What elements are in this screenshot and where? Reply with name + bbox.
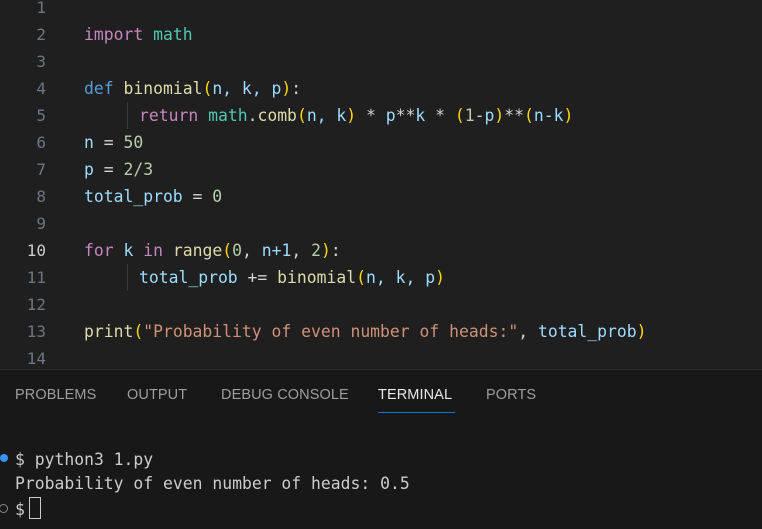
code-line[interactable]: 4 def binomial(n, k, p): <box>0 75 762 102</box>
tab-problems[interactable]: PROBLEMS <box>15 387 96 403</box>
line-number: 2 <box>36 25 46 44</box>
code-text: total_prob += binomial(n, k, p) <box>139 268 445 287</box>
code-editor[interactable]: 1 2 import math 3 4 def binomial(n, k, p… <box>0 0 762 369</box>
code-line[interactable]: 13 print("Probability of even number of … <box>0 318 762 345</box>
tab-terminal[interactable]: TERMINAL <box>378 387 452 403</box>
terminal-line: $ python3 1.py <box>15 450 154 469</box>
code-line[interactable]: 5 return math.comb(n, k) * p**k * (1-p)*… <box>0 102 762 129</box>
code-line[interactable]: 3 <box>0 48 762 75</box>
command-pending-icon[interactable] <box>0 504 8 513</box>
code-text: total_prob = 0 <box>84 187 223 206</box>
line-number: 6 <box>36 133 46 152</box>
line-number: 10 <box>26 241 46 260</box>
code-text: import math <box>84 25 193 44</box>
line-number: 7 <box>36 160 46 179</box>
code-text: for k in range(0, n+1, 2): <box>84 241 341 260</box>
code-line[interactable]: 9 <box>0 210 762 237</box>
indent-guide <box>127 264 128 291</box>
code-line[interactable]: 14 <box>0 345 762 369</box>
line-number: 11 <box>26 268 46 287</box>
code-text: print("Probability of even number of hea… <box>84 322 647 341</box>
code-line[interactable]: 11 total_prob += binomial(n, k, p) <box>0 264 762 291</box>
terminal-prompt[interactable]: $ <box>15 497 41 522</box>
line-number: 4 <box>36 79 46 98</box>
tab-ports[interactable]: PORTS <box>486 387 536 403</box>
active-tab-indicator <box>378 412 455 413</box>
bottom-panel: PROBLEMS OUTPUT DEBUG CONSOLE TERMINAL P… <box>0 369 762 529</box>
code-line-active[interactable]: 10 for k in range(0, n+1, 2): <box>0 237 762 264</box>
code-text: def binomial(n, k, p): <box>84 79 302 98</box>
line-number: 5 <box>36 106 46 125</box>
indent-guide <box>127 102 128 129</box>
line-number: 8 <box>36 187 46 206</box>
tab-output[interactable]: OUTPUT <box>127 387 187 403</box>
line-number: 12 <box>26 295 46 314</box>
code-line[interactable]: 2 import math <box>0 21 762 48</box>
line-number: 9 <box>36 214 46 233</box>
tab-debug-console[interactable]: DEBUG CONSOLE <box>221 387 349 403</box>
code-text: n = 50 <box>84 133 144 152</box>
code-line[interactable]: 7 p = 2/3 <box>0 156 762 183</box>
terminal-cursor <box>28 497 41 519</box>
code-text: p = 2/3 <box>84 160 154 179</box>
line-number: 14 <box>26 349 46 368</box>
panel-tabs: PROBLEMS OUTPUT DEBUG CONSOLE TERMINAL P… <box>0 370 762 416</box>
terminal-output: Probability of even number of heads: 0.5 <box>15 474 410 493</box>
code-line[interactable]: 1 <box>0 0 762 21</box>
code-line[interactable]: 6 n = 50 <box>0 129 762 156</box>
code-line[interactable]: 12 <box>0 291 762 318</box>
line-number: 3 <box>36 52 46 71</box>
command-success-icon[interactable] <box>0 454 8 462</box>
line-number: 1 <box>36 0 46 17</box>
code-line[interactable]: 8 total_prob = 0 <box>0 183 762 210</box>
line-number: 13 <box>26 322 46 341</box>
code-text: return math.comb(n, k) * p**k * (1-p)**(… <box>139 106 574 125</box>
